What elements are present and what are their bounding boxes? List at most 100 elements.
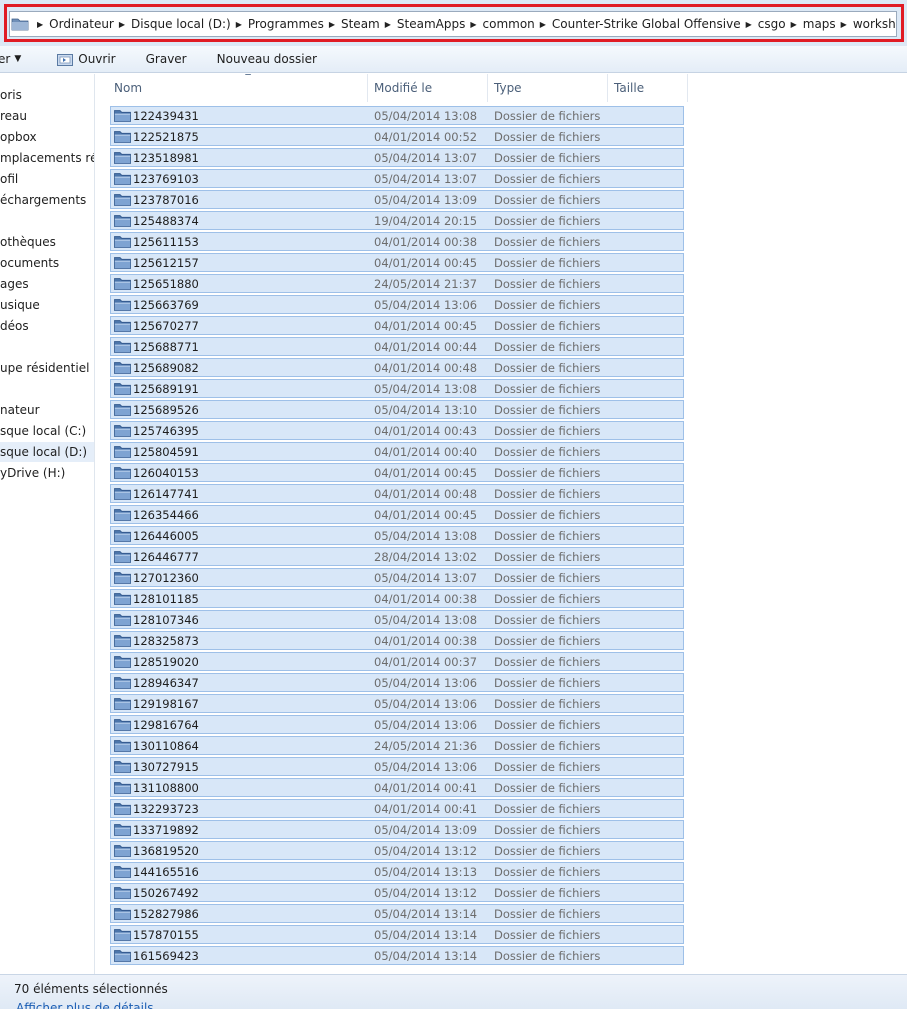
nav-item-disque-d[interactable]: sque local (D:) xyxy=(0,442,94,462)
burn-button[interactable]: Graver xyxy=(146,52,187,66)
table-row[interactable]: 136819520 05/04/2014 13:12 Dossier de fich… xyxy=(110,841,684,860)
folder-icon xyxy=(114,215,131,227)
nav-item-profil[interactable]: ofil xyxy=(0,169,18,189)
nav-item-favoris[interactable]: oris xyxy=(0,85,22,105)
nav-item-telechargements[interactable]: échargements xyxy=(0,190,86,210)
table-row[interactable]: 128107346 05/04/2014 13:08 Dossier de fich… xyxy=(110,610,684,629)
folder-icon xyxy=(114,656,131,668)
nav-item-bibliotheques[interactable]: othèques xyxy=(0,232,56,252)
breadcrumb-disque-d[interactable]: Disque local (D:) xyxy=(131,17,231,31)
breadcrumb-programmes[interactable]: Programmes xyxy=(248,17,324,31)
table-row[interactable]: 122521875 04/01/2014 00:52 Dossier de fich… xyxy=(110,127,684,146)
nav-item-musique[interactable]: usique xyxy=(0,295,40,315)
table-row[interactable]: 123518981 05/04/2014 13:07 Dossier de fich… xyxy=(110,148,684,167)
folder-icon xyxy=(114,341,131,353)
table-row[interactable]: 125663769 05/04/2014 13:06 Dossier de fich… xyxy=(110,295,684,314)
table-row[interactable]: 128519020 04/01/2014 00:37 Dossier de fich… xyxy=(110,652,684,671)
breadcrumb-arrow-icon[interactable]: ▶ xyxy=(746,20,752,29)
breadcrumb-maps[interactable]: maps xyxy=(803,17,836,31)
table-row[interactable]: 150267492 05/04/2014 13:12 Dossier de fich… xyxy=(110,883,684,902)
table-row[interactable]: 128101185 04/01/2014 00:38 Dossier de fich… xyxy=(110,589,684,608)
table-row[interactable]: 125488374 19/04/2014 20:15 Dossier de fich… xyxy=(110,211,684,230)
breadcrumb-arrow-icon[interactable]: ▶ xyxy=(470,20,476,29)
table-row[interactable]: 126446005 05/04/2014 13:08 Dossier de fich… xyxy=(110,526,684,545)
nav-item-dropbox[interactable]: opbox xyxy=(0,127,37,147)
table-row[interactable]: 125746395 04/01/2014 00:43 Dossier de fich… xyxy=(110,421,684,440)
table-row[interactable]: 130110864 24/05/2014 21:36 Dossier de fich… xyxy=(110,736,684,755)
table-row[interactable]: 126147741 04/01/2014 00:48 Dossier de fich… xyxy=(110,484,684,503)
table-row[interactable]: 125688771 04/01/2014 00:44 Dossier de fich… xyxy=(110,337,684,356)
table-row[interactable]: 129198167 05/04/2014 13:06 Dossier de fich… xyxy=(110,694,684,713)
file-name: 130727915 xyxy=(133,759,199,774)
column-header-name[interactable]: Nom xyxy=(108,74,368,102)
file-name: 128325873 xyxy=(133,633,199,648)
table-row[interactable]: 126354466 04/01/2014 00:45 Dossier de fich… xyxy=(110,505,684,524)
table-row[interactable]: 125689191 05/04/2014 13:08 Dossier de fich… xyxy=(110,379,684,398)
open-button[interactable]: Ouvrir xyxy=(57,52,116,66)
file-type: Dossier de fichiers xyxy=(494,549,601,564)
show-details-link[interactable]: Afficher plus de détails xyxy=(16,1001,154,1009)
table-row[interactable]: 131108800 04/01/2014 00:41 Dossier de fich… xyxy=(110,778,684,797)
table-row[interactable]: 123769103 05/04/2014 13:07 Dossier de fich… xyxy=(110,169,684,188)
file-modified: 05/04/2014 13:06 xyxy=(374,297,478,312)
table-row[interactable]: 157870155 05/04/2014 13:14 Dossier de fich… xyxy=(110,925,684,944)
breadcrumb-arrow-icon[interactable]: ▶ xyxy=(329,20,335,29)
table-row[interactable]: 125670277 04/01/2014 00:45 Dossier de fich… xyxy=(110,316,684,335)
file-type: Dossier de fichiers xyxy=(494,570,601,585)
breadcrumb-arrow-icon[interactable]: ▶ xyxy=(236,20,242,29)
table-row[interactable]: 128325873 04/01/2014 00:38 Dossier de fich… xyxy=(110,631,684,650)
breadcrumb-arrow-icon[interactable]: ▶ xyxy=(119,20,125,29)
organize-button[interactable]: er ▼ xyxy=(0,52,21,66)
file-modified: 04/01/2014 00:52 xyxy=(374,129,478,144)
table-row[interactable]: 125689526 05/04/2014 13:10 Dossier de fich… xyxy=(110,400,684,419)
nav-item-disque-c[interactable]: sque local (C:) xyxy=(0,421,86,441)
breadcrumb-common[interactable]: common xyxy=(483,17,535,31)
table-row[interactable]: 128946347 05/04/2014 13:06 Dossier de fich… xyxy=(110,673,684,692)
breadcrumb-arrow-icon[interactable]: ▶ xyxy=(841,20,847,29)
breadcrumb-arrow-icon[interactable]: ▶ xyxy=(37,20,43,29)
table-row[interactable]: 152827986 05/04/2014 13:14 Dossier de fich… xyxy=(110,904,684,923)
breadcrumb-steamapps[interactable]: SteamApps xyxy=(397,17,465,31)
table-row[interactable]: 125689082 04/01/2014 00:48 Dossier de fich… xyxy=(110,358,684,377)
file-name: 126446777 xyxy=(133,549,199,564)
nav-item-documents[interactable]: ocuments xyxy=(0,253,59,273)
table-row[interactable]: 133719892 05/04/2014 13:09 Dossier de fich… xyxy=(110,820,684,839)
table-row[interactable]: 126446777 28/04/2014 13:02 Dossier de fich… xyxy=(110,547,684,566)
column-header-type[interactable]: Type xyxy=(488,74,608,102)
nav-item-mydrive-h[interactable]: yDrive (H:) xyxy=(0,463,65,483)
table-row[interactable]: 125651880 24/05/2014 21:37 Dossier de fich… xyxy=(110,274,684,293)
breadcrumb-workshop[interactable]: workshop xyxy=(853,17,896,31)
nav-item-videos[interactable]: déos xyxy=(0,316,29,336)
nav-item-ordinateur[interactable]: nateur xyxy=(0,400,40,420)
column-header-modified[interactable]: Modifié le xyxy=(368,74,488,102)
nav-item-images[interactable]: ages xyxy=(0,274,29,294)
table-row[interactable]: 126040153 04/01/2014 00:45 Dossier de fich… xyxy=(110,463,684,482)
table-row[interactable]: 125612157 04/01/2014 00:45 Dossier de fich… xyxy=(110,253,684,272)
table-row[interactable]: 122439431 05/04/2014 13:08 Dossier de fich… xyxy=(110,106,684,125)
table-row[interactable]: 161569423 05/04/2014 13:14 Dossier de fich… xyxy=(110,946,684,965)
column-header-size[interactable]: Taille xyxy=(608,74,688,102)
nav-item-bureau[interactable]: reau xyxy=(0,106,27,126)
file-modified: 04/01/2014 00:38 xyxy=(374,591,478,606)
folder-icon xyxy=(114,572,131,584)
breadcrumb-csgo-game[interactable]: Counter-Strike Global Offensive xyxy=(552,17,741,31)
breadcrumb-csgo[interactable]: csgo xyxy=(758,17,786,31)
file-modified: 05/04/2014 13:08 xyxy=(374,381,478,396)
table-row[interactable]: 125804591 04/01/2014 00:40 Dossier de fich… xyxy=(110,442,684,461)
new-folder-button[interactable]: Nouveau dossier xyxy=(217,52,317,66)
table-row[interactable]: 125611153 04/01/2014 00:38 Dossier de fich… xyxy=(110,232,684,251)
breadcrumb-arrow-icon[interactable]: ▶ xyxy=(385,20,391,29)
breadcrumb-arrow-icon[interactable]: ▶ xyxy=(791,20,797,29)
table-row[interactable]: 132293723 04/01/2014 00:41 Dossier de fich… xyxy=(110,799,684,818)
nav-item-emplacements-recents[interactable]: mplacements récer xyxy=(0,148,94,168)
nav-item-groupe-residentiel[interactable]: upe résidentiel xyxy=(0,358,89,378)
table-row[interactable]: 123787016 05/04/2014 13:09 Dossier de fich… xyxy=(110,190,684,209)
breadcrumb-arrow-icon[interactable]: ▶ xyxy=(540,20,546,29)
table-row[interactable]: 130727915 05/04/2014 13:06 Dossier de fich… xyxy=(110,757,684,776)
table-row[interactable]: 144165516 05/04/2014 13:13 Dossier de fich… xyxy=(110,862,684,881)
table-row[interactable]: 129816764 05/04/2014 13:06 Dossier de fich… xyxy=(110,715,684,734)
table-row[interactable]: 127012360 05/04/2014 13:07 Dossier de fich… xyxy=(110,568,684,587)
breadcrumb-steam[interactable]: Steam xyxy=(341,17,380,31)
address-bar[interactable]: ▶ Ordinateur ▶ Disque local (D:) ▶ Progr… xyxy=(9,11,897,37)
breadcrumb-ordinateur[interactable]: Ordinateur xyxy=(49,17,114,31)
